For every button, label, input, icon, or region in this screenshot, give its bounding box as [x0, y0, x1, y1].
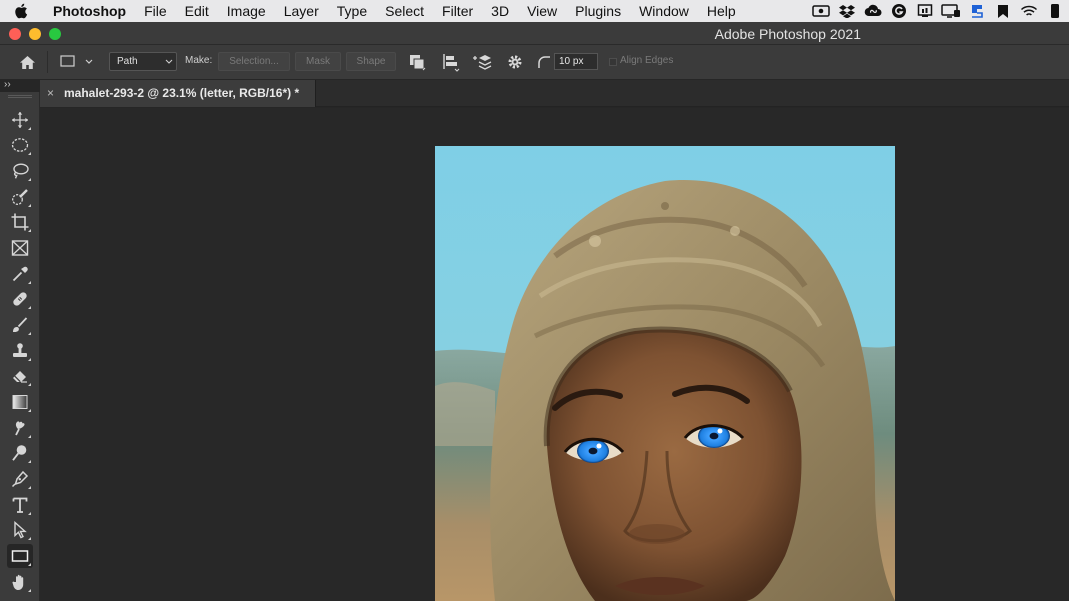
dropbox-icon[interactable]: [837, 1, 857, 21]
tool-group-indicator: [28, 358, 31, 361]
battery-icon[interactable]: [1045, 1, 1065, 21]
apple-menu-icon[interactable]: [0, 3, 42, 19]
panel-collapse-toggle[interactable]: ››: [0, 80, 40, 92]
menu-type[interactable]: Type: [328, 0, 376, 22]
tool-group-indicator: [28, 229, 31, 232]
canvas-area[interactable]: [40, 108, 1069, 601]
eyedropper-tool-icon[interactable]: [7, 262, 33, 286]
make-label: Make:: [185, 55, 213, 66]
tool-group-indicator: [28, 383, 31, 386]
tool-group-indicator: [28, 306, 31, 309]
make-mask-button[interactable]: Mask: [295, 52, 341, 71]
menu-app-photoshop[interactable]: Photoshop: [42, 0, 135, 22]
tool-group-indicator: [28, 409, 31, 412]
tools-panel: [0, 92, 40, 601]
menu-3d[interactable]: 3D: [482, 0, 518, 22]
eraser-tool-icon[interactable]: [7, 364, 33, 388]
panel-grip[interactable]: [8, 95, 32, 98]
separator: [47, 51, 48, 73]
healing-brush-tool-icon[interactable]: [7, 287, 33, 311]
tool-group-indicator: [28, 152, 31, 155]
elliptical-marquee-tool-icon[interactable]: [7, 133, 33, 157]
path-operations-icon[interactable]: [406, 52, 428, 72]
portrait-image: [435, 146, 895, 601]
screen-recorder-icon[interactable]: [811, 1, 831, 21]
frame-tool-icon[interactable]: [7, 236, 33, 260]
chevron-down-icon: [165, 53, 173, 76]
lasso-tool-icon[interactable]: [7, 159, 33, 183]
path-alignment-icon[interactable]: [440, 52, 462, 72]
menu-image[interactable]: Image: [218, 0, 275, 22]
document-canvas[interactable]: [435, 146, 895, 601]
wifi-icon[interactable]: [1019, 1, 1039, 21]
gradient-tool-icon[interactable]: [7, 390, 33, 414]
tool-options-bar: Path Make: Selection... Mask Shape 10 px…: [0, 45, 1069, 80]
creative-cloud-icon[interactable]: [863, 1, 883, 21]
tool-group-indicator: [28, 486, 31, 489]
menu-view[interactable]: View: [518, 0, 566, 22]
close-icon[interactable]: ×: [47, 86, 54, 100]
document-tab-bar: × mahalet-293-2 @ 23.1% (letter, RGB/16*…: [40, 80, 1069, 107]
make-selection-button[interactable]: Selection...: [218, 52, 290, 71]
make-shape-button[interactable]: Shape: [346, 52, 396, 71]
bookmark-icon[interactable]: [993, 1, 1013, 21]
menu-select[interactable]: Select: [376, 0, 433, 22]
window-maximize-button[interactable]: [49, 28, 61, 40]
tool-group-indicator: [28, 563, 31, 566]
pen-tool-icon[interactable]: [7, 467, 33, 491]
document-tab-title: mahalet-293-2 @ 23.1% (letter, RGB/16*) …: [64, 86, 300, 100]
tool-group-indicator: [28, 281, 31, 284]
crop-tool-icon[interactable]: [7, 210, 33, 234]
type-tool-icon[interactable]: [7, 493, 33, 517]
grammarly-icon[interactable]: [889, 1, 909, 21]
tool-group-indicator: [28, 460, 31, 463]
tool-group-indicator: [28, 127, 31, 130]
rectangle-tool-icon[interactable]: [7, 544, 33, 568]
tool-mode-select[interactable]: Path: [109, 52, 177, 71]
menu-help[interactable]: Help: [698, 0, 745, 22]
align-edges-checkbox[interactable]: [609, 58, 617, 66]
window-title-bar: Adobe Photoshop 2021: [0, 22, 1069, 45]
corner-radius-input[interactable]: 10 px: [554, 53, 598, 70]
status-icons: [811, 0, 1069, 22]
airplay-icon[interactable]: [915, 1, 935, 21]
home-icon[interactable]: [17, 53, 37, 71]
document-tab[interactable]: × mahalet-293-2 @ 23.1% (letter, RGB/16*…: [40, 80, 316, 107]
move-tool-icon[interactable]: [7, 108, 33, 132]
menu-window[interactable]: Window: [630, 0, 698, 22]
window-title: Adobe Photoshop 2021: [714, 26, 861, 42]
menu-plugins[interactable]: Plugins: [566, 0, 630, 22]
menu-file[interactable]: File: [135, 0, 176, 22]
sync-icon[interactable]: [967, 1, 987, 21]
tool-group-indicator: [28, 435, 31, 438]
smudge-tool-icon[interactable]: [7, 416, 33, 440]
gear-icon[interactable]: [504, 52, 526, 72]
window-close-button[interactable]: [9, 28, 21, 40]
macos-menu-bar: Photoshop File Edit Image Layer Type Sel…: [0, 0, 1069, 22]
tool-group-indicator: [28, 537, 31, 540]
display-icon[interactable]: [941, 1, 961, 21]
hand-tool-icon[interactable]: [7, 570, 33, 594]
window-minimize-button[interactable]: [29, 28, 41, 40]
tool-group-indicator: [28, 332, 31, 335]
path-arrangement-icon[interactable]: [471, 52, 493, 72]
tool-group-indicator: [28, 512, 31, 515]
tool-group-indicator: [28, 178, 31, 181]
menu-filter[interactable]: Filter: [433, 0, 482, 22]
brush-tool-icon[interactable]: [7, 313, 33, 337]
align-edges-label: Align Edges: [620, 55, 674, 66]
quick-selection-tool-icon[interactable]: [7, 185, 33, 209]
path-selection-tool-icon[interactable]: [7, 518, 33, 542]
tool-group-indicator: [28, 204, 31, 207]
corner-radius-icon: [536, 53, 552, 71]
tool-preset-picker[interactable]: [58, 53, 98, 71]
tool-group-indicator: [28, 589, 31, 592]
clone-stamp-tool-icon[interactable]: [7, 339, 33, 363]
menu-edit[interactable]: Edit: [176, 0, 218, 22]
menu-layer[interactable]: Layer: [275, 0, 328, 22]
tool-mode-value: Path: [117, 56, 138, 67]
dodge-tool-icon[interactable]: [7, 441, 33, 465]
